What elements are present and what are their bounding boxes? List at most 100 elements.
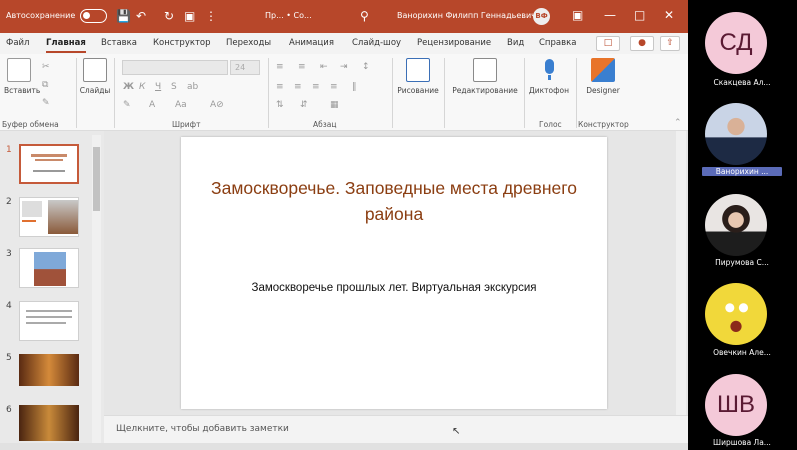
align-text-icon[interactable]: ⇵ <box>300 100 308 110</box>
font-size-field[interactable]: 24 <box>230 60 260 75</box>
designer-label: Designer <box>586 86 620 95</box>
copy-icon[interactable]: ⧉ <box>42 80 48 90</box>
notes-pane[interactable]: Щелкните, чтобы добавить заметки ↖ <box>104 415 688 443</box>
text-direction-icon[interactable]: ⇅ <box>276 100 284 110</box>
redo-icon[interactable]: ↻ <box>164 9 174 23</box>
tab-help[interactable]: Справка <box>539 38 576 48</box>
find-icon <box>473 58 497 82</box>
document-title[interactable]: Пр... • Со... <box>265 11 312 20</box>
numbering-icon[interactable]: ≡ <box>298 62 306 72</box>
thumbnail-number: 6 <box>6 405 12 415</box>
collapse-ribbon-icon[interactable]: ⌃ <box>674 118 682 128</box>
tab-insert[interactable]: Вставка <box>101 38 137 48</box>
participant-name: Ширшова Ла... <box>713 438 771 447</box>
bullets-icon[interactable]: ≡ <box>276 62 284 72</box>
paste-button[interactable]: Вставить <box>4 58 40 95</box>
voice-group-label: Голос <box>539 120 562 129</box>
autosave-toggle[interactable] <box>80 9 107 23</box>
slides-button[interactable]: Слайды <box>78 58 112 95</box>
slide-thumbnail-4[interactable] <box>19 301 79 341</box>
format-painter-icon[interactable]: ✎ <box>42 98 50 108</box>
align-left-icon[interactable]: ≡ <box>276 82 284 92</box>
tab-transitions[interactable]: Переходы <box>226 38 271 48</box>
thumbnail-number: 4 <box>6 301 12 311</box>
current-slide[interactable]: Замоскворечье. Заповедные места древнего… <box>181 137 607 409</box>
decrease-indent-icon[interactable]: ⇤ <box>320 62 328 72</box>
slide-thumbnail-3[interactable] <box>19 248 79 288</box>
status-bar <box>0 443 688 450</box>
tab-slideshow[interactable]: Слайд-шоу <box>352 38 401 48</box>
tab-home[interactable]: Главная <box>46 38 86 53</box>
autosave-label: Автосохранение <box>6 11 76 20</box>
cut-icon[interactable]: ✂ <box>42 62 50 72</box>
clear-format-icon[interactable]: A⊘ <box>210 100 224 110</box>
share-icon[interactable]: ⇧ <box>660 36 680 51</box>
present-icon[interactable]: ▣ <box>184 9 195 23</box>
slide-thumbnail-6[interactable] <box>19 405 79 441</box>
slide-thumbnail-5[interactable] <box>19 354 79 386</box>
smartart-icon[interactable]: ▦ <box>330 100 339 110</box>
record-icon[interactable]: ● <box>630 36 654 51</box>
drawing-button[interactable]: Рисование <box>396 58 440 95</box>
separator <box>524 58 525 128</box>
comments-icon[interactable]: □ <box>596 36 620 51</box>
align-center-icon[interactable]: ≡ <box>294 82 302 92</box>
paste-icon <box>7 58 31 82</box>
participant-name: Ванорихин ... <box>702 167 782 176</box>
participant-name: Овечкин Але... <box>713 348 771 357</box>
powerpoint-window: Автосохранение 💾 ↶ ↻ ▣ ⋮ Пр... • Со... ⚲… <box>0 0 688 450</box>
increase-indent-icon[interactable]: ⇥ <box>340 62 348 72</box>
align-right-icon[interactable]: ≡ <box>312 82 320 92</box>
participant-name: Пирумова С... <box>715 258 769 267</box>
columns-icon[interactable]: ‖ <box>352 82 357 92</box>
participants-panel: СД Скакцева Ал... Ванорихин ... Пирумова… <box>688 0 797 450</box>
more-icon[interactable]: ⋮ <box>205 9 217 23</box>
tab-design[interactable]: Конструктор <box>153 38 211 48</box>
designer-button[interactable]: Designer <box>580 58 626 95</box>
ribbon-tabs: Файл Главная Вставка Конструктор Переход… <box>0 33 688 54</box>
scrollbar-thumb[interactable] <box>93 147 100 211</box>
minimize-icon[interactable]: — <box>604 8 616 22</box>
slide-thumbnail-1[interactable] <box>19 144 79 184</box>
editing-button[interactable]: Редактирование <box>448 58 522 95</box>
tab-view[interactable]: Вид <box>507 38 524 48</box>
shadow-icon[interactable]: ab <box>187 82 198 92</box>
user-avatar[interactable]: ВФ <box>533 8 550 25</box>
slide-title[interactable]: Замоскворечье. Заповедные места древнего… <box>201 175 587 227</box>
avatar: СД <box>705 12 767 74</box>
ribbon-display-icon[interactable]: ▣ <box>572 8 583 22</box>
tab-review[interactable]: Рецензирование <box>417 38 491 48</box>
thumbnails-scrollbar[interactable] <box>92 135 101 443</box>
drawing-label: Рисование <box>397 86 439 95</box>
editor-scrollbar[interactable] <box>676 131 686 415</box>
dictate-label: Диктофон <box>528 86 570 95</box>
bold-icon[interactable]: Ж <box>123 82 134 92</box>
font-group-label: Шрифт <box>172 120 201 129</box>
mouse-cursor-icon: ↖ <box>452 426 461 437</box>
underline-icon[interactable]: Ч <box>155 82 161 92</box>
separator <box>444 58 445 128</box>
font-color-icon[interactable]: A <box>149 100 155 110</box>
strikethrough-icon[interactable]: S <box>171 82 177 92</box>
designer-group-label: Конструктор <box>578 120 629 129</box>
line-spacing-icon[interactable]: ↕ <box>362 62 370 72</box>
tab-file[interactable]: Файл <box>6 38 29 48</box>
highlight-icon[interactable]: ✎ <box>123 100 131 110</box>
tab-animations[interactable]: Анимация <box>289 38 334 48</box>
slide-subtitle[interactable]: Замоскворечье прошлых лет. Виртуальная э… <box>241 280 547 297</box>
change-case-icon[interactable]: Aa <box>175 100 187 110</box>
save-icon[interactable]: 💾 <box>116 9 131 23</box>
maximize-icon[interactable]: □ <box>634 8 645 22</box>
dictate-button[interactable]: Диктофон <box>526 58 572 95</box>
slide-thumbnail-2[interactable] <box>19 197 79 237</box>
search-icon[interactable]: ⚲ <box>360 9 369 23</box>
font-family-field[interactable] <box>122 60 228 75</box>
notes-placeholder[interactable]: Щелкните, чтобы добавить заметки <box>116 424 289 434</box>
close-icon[interactable]: ✕ <box>664 8 674 22</box>
slide-thumbnails-pane: 1 2 3 4 5 6 <box>0 131 104 450</box>
justify-icon[interactable]: ≡ <box>330 82 338 92</box>
undo-icon[interactable]: ↶ <box>136 9 146 23</box>
italic-icon[interactable]: К <box>139 82 145 92</box>
user-name[interactable]: Ванорихин Филипп Геннадьевич <box>397 11 536 20</box>
separator <box>114 58 115 128</box>
